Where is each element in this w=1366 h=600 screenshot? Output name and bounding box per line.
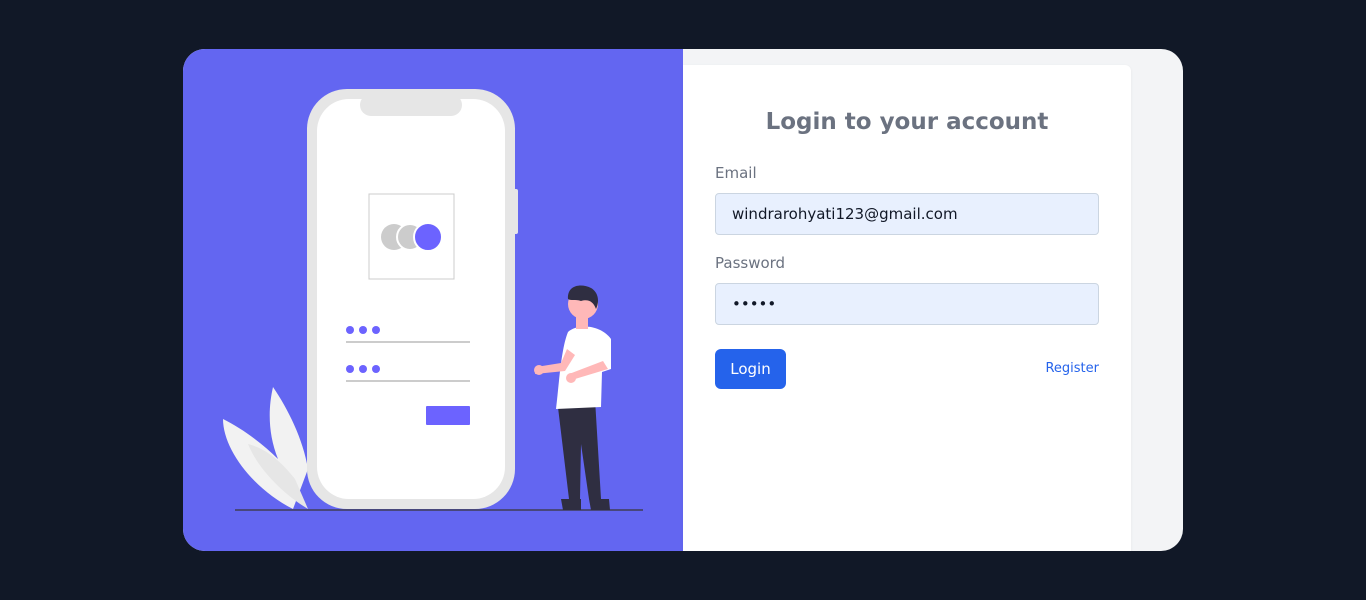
login-button[interactable]: Login <box>715 349 786 389</box>
form-title: Login to your account <box>765 109 1049 135</box>
email-field[interactable] <box>715 193 1099 235</box>
password-label: Password <box>715 254 786 272</box>
password-field[interactable] <box>715 283 1099 325</box>
login-card: Login to your account Email Password Log… <box>183 49 1183 551</box>
login-form-panel: Login to your account Email Password Log… <box>683 65 1131 551</box>
illustration-panel <box>183 49 683 551</box>
login-illustration-icon <box>223 89 643 511</box>
register-link[interactable]: Register <box>1045 361 1099 376</box>
email-label: Email <box>715 164 757 182</box>
